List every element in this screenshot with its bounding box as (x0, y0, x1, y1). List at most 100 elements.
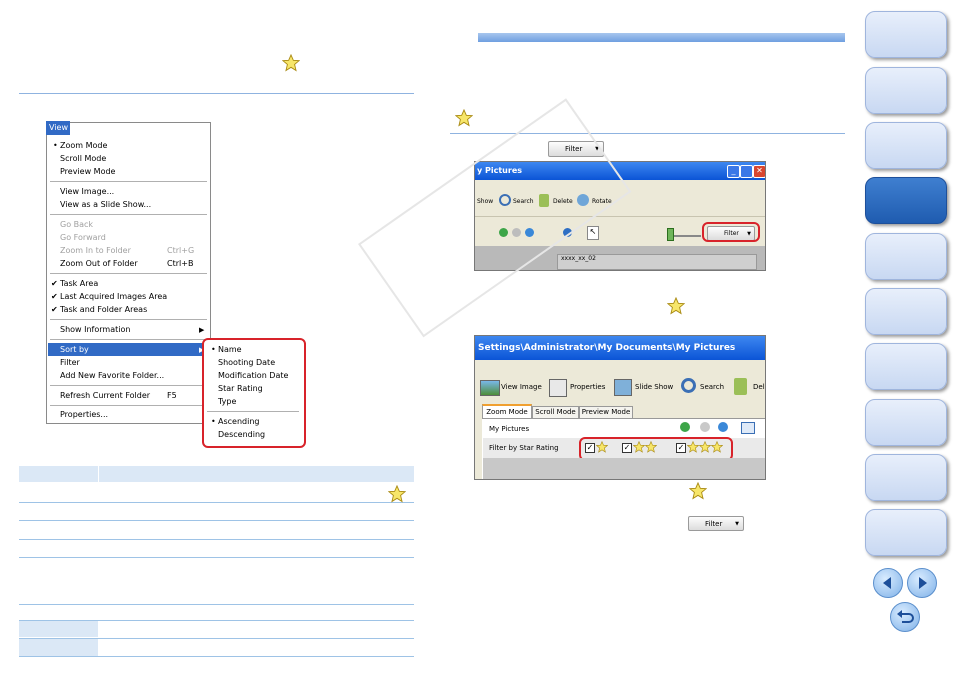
submenu-item-type[interactable]: Type (218, 396, 236, 408)
table-row (19, 604, 414, 605)
close-button[interactable]: ✕ (753, 165, 765, 178)
menu-item-preview-mode[interactable]: Preview Mode (60, 166, 115, 178)
menu-item-show-information[interactable]: Show Information (60, 324, 130, 336)
menu-item-last-acquired[interactable]: ✔ Last Acquired Images Area (51, 291, 167, 303)
submenu-item-shooting-date[interactable]: Shooting Date (218, 357, 275, 369)
menu-separator (50, 405, 207, 406)
up-icon[interactable] (718, 422, 728, 432)
previous-page-button[interactable] (873, 568, 903, 598)
back-icon[interactable] (680, 422, 690, 432)
table-row (19, 656, 414, 657)
nav-tab-4[interactable] (865, 177, 947, 224)
star-icon (689, 482, 707, 500)
toolbar-slide-show[interactable]: Slide Show (635, 383, 673, 391)
dropdown-arrow-icon: ▼ (735, 521, 739, 527)
menu-item-refresh-folder[interactable]: Refresh Current Folder (60, 390, 150, 402)
menu-item-filter[interactable]: Filter (60, 357, 80, 369)
return-icon (897, 610, 914, 623)
filter-checkbox-1star[interactable]: ✓ (585, 443, 595, 453)
star-icon (633, 441, 645, 453)
nav-tab-9[interactable] (865, 454, 947, 501)
submenu-item-ascending[interactable]: • Ascending (211, 416, 259, 428)
arrow-left-icon (883, 577, 891, 589)
menu-item-add-favorite[interactable]: Add New Favorite Folder... (60, 370, 164, 382)
menu-item-zoom-mode[interactable]: • Zoom Mode (53, 140, 107, 152)
star-icon (667, 297, 685, 315)
copy-watermark (358, 98, 632, 338)
menu-separator (207, 411, 299, 412)
table-header (19, 466, 414, 482)
slideshow-icon (614, 379, 632, 396)
screenshot-filter-bar: Settings\Administrator\My Documents\My P… (474, 335, 766, 480)
nav-tab-5[interactable] (865, 233, 947, 280)
menu-separator (50, 273, 207, 274)
table-cell (19, 620, 98, 637)
nav-tab-1[interactable] (865, 11, 947, 58)
submenu-item-modification-date[interactable]: Modification Date (218, 370, 288, 382)
properties-icon (549, 379, 567, 397)
menu-item-properties[interactable]: Properties... (60, 409, 108, 421)
menu-separator (50, 181, 207, 182)
return-button[interactable] (890, 602, 920, 632)
shortcut-label: Ctrl+G (167, 246, 195, 255)
menu-item-go-forward: Go Forward (60, 233, 106, 242)
section-rule (19, 93, 414, 94)
table-row (19, 520, 414, 521)
nav-tab-3[interactable] (865, 122, 947, 169)
pointer-icon[interactable]: ↖ (587, 226, 599, 240)
window-path: Settings\Administrator\My Documents\My P… (478, 343, 736, 353)
filter-highlight (702, 222, 760, 242)
toolbar-del[interactable]: Del (753, 383, 765, 391)
nav-tab-2[interactable] (865, 67, 947, 114)
table-column-divider (98, 466, 99, 482)
toolbar-properties[interactable]: Properties (570, 383, 605, 391)
star-icon (699, 441, 711, 453)
star-icon (687, 441, 699, 453)
submenu-item-name[interactable]: • Name (211, 344, 242, 356)
table-row (19, 539, 414, 540)
window-titlebar: Settings\Administrator\My Documents\My P… (475, 336, 765, 360)
star-icon (711, 441, 723, 453)
menu-separator (50, 385, 207, 386)
menu-item-sort-by[interactable]: Sort by (60, 344, 89, 356)
view-options-icon[interactable] (741, 422, 755, 434)
filter-checkbox-3star[interactable]: ✓ (676, 443, 686, 453)
slider-thumb[interactable] (667, 228, 674, 241)
star-icon (455, 109, 473, 127)
toolbar-search[interactable]: Search (700, 383, 724, 391)
maximize-button[interactable] (740, 165, 753, 178)
nav-tab-10[interactable] (865, 509, 947, 556)
check-icon: ✔ (51, 292, 58, 301)
menu-item-zoom-out-folder[interactable]: Zoom Out of Folder (60, 258, 138, 270)
bullet-icon: • (53, 141, 58, 150)
table-row (19, 620, 414, 621)
zoom-slider[interactable] (671, 235, 701, 237)
nav-tab-8[interactable] (865, 399, 947, 446)
star-icon (645, 441, 657, 453)
nav-tab-7[interactable] (865, 343, 947, 390)
submenu-item-star-rating[interactable]: Star Rating (218, 383, 263, 395)
tab-zoom-mode[interactable]: Zoom Mode (482, 404, 532, 419)
shortcut-label: F5 (167, 391, 177, 400)
folder-label: My Pictures (489, 425, 530, 433)
filter-checkbox-2star[interactable]: ✓ (622, 443, 632, 453)
menu-item-go-back: Go Back (60, 220, 94, 229)
menu-item-scroll-mode[interactable]: Scroll Mode (60, 153, 106, 165)
next-page-button[interactable] (907, 568, 937, 598)
menu-item-task-folder-areas[interactable]: ✔ Task and Folder Areas (51, 304, 147, 316)
nav-tab-6[interactable] (865, 288, 947, 335)
filter-label: Filter by Star Rating (489, 444, 559, 452)
menu-item-task-area[interactable]: ✔ Task Area (51, 278, 98, 290)
toolbar-view-image[interactable]: View Image (501, 383, 542, 391)
menu-title-view[interactable]: View (46, 121, 70, 135)
table-cell (19, 639, 98, 656)
minimize-button[interactable]: _ (727, 165, 740, 178)
menu-item-view-image[interactable]: View Image... (60, 186, 114, 198)
search-icon (681, 378, 696, 393)
star-icon (282, 54, 300, 72)
menu-item-view-slide-show[interactable]: View as a Slide Show... (60, 199, 151, 211)
submenu-item-descending[interactable]: Descending (218, 429, 265, 441)
forward-icon[interactable] (700, 422, 710, 432)
shortcut-label: Ctrl+B (167, 259, 194, 268)
filter-button[interactable]: Filter ▼ (688, 516, 744, 531)
